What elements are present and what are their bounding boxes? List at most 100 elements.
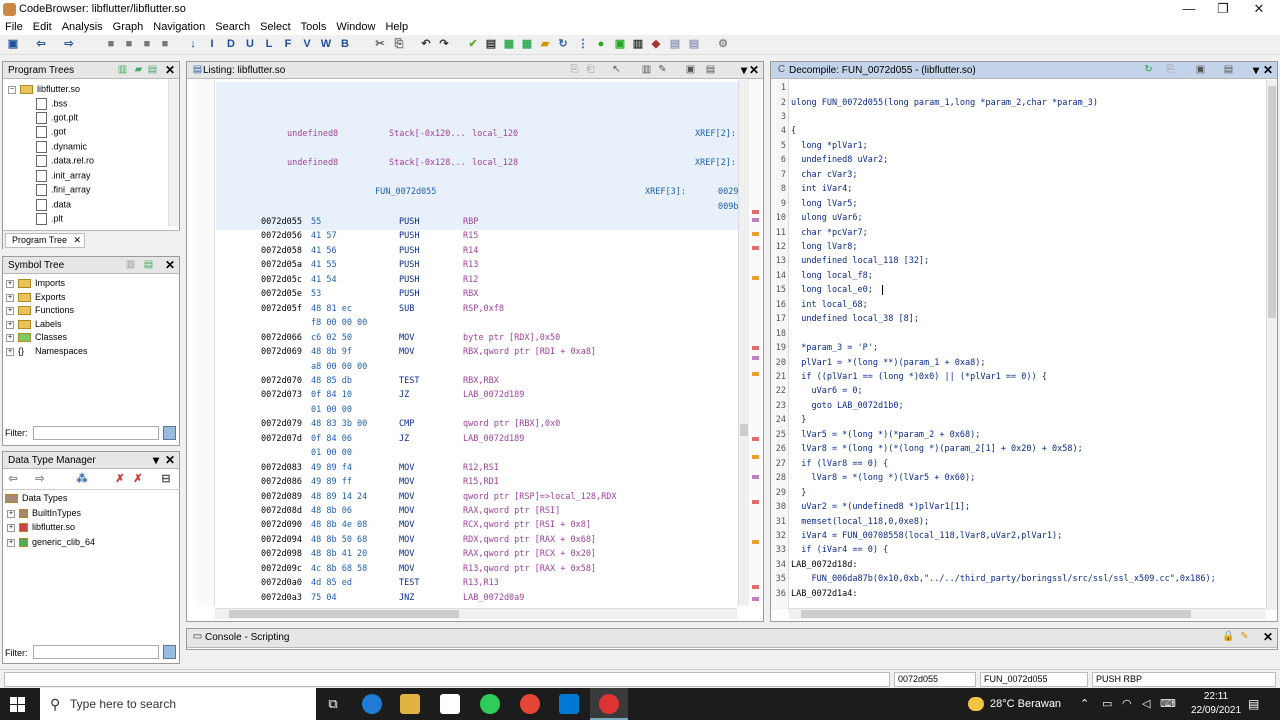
code-line[interactable]: ulong uVar6; xyxy=(791,213,862,223)
code-line[interactable]: iVar4 = FUN_00708558(local_118,lVar8,uVa… xyxy=(791,531,1062,541)
overview-marker[interactable] xyxy=(752,437,759,441)
xref-label[interactable]: XREF[2]: xyxy=(695,158,736,168)
code-line[interactable]: if ((plVar1 == (long *)0x0) || (*plVar1 … xyxy=(791,372,1047,382)
snapshot-icon[interactable]: ▣ xyxy=(684,64,697,76)
instruction-address[interactable]: 0072d094 xyxy=(261,535,302,545)
i-icon[interactable]: I xyxy=(205,37,219,52)
horizontal-scrollbar[interactable] xyxy=(789,608,1265,619)
code-line[interactable]: int iVar4; xyxy=(791,184,852,194)
folder-icon[interactable]: ▰ xyxy=(538,37,552,52)
datatype-filter-input[interactable] xyxy=(33,645,159,659)
overview-marker[interactable] xyxy=(752,246,759,250)
format-icon[interactable]: ▥ xyxy=(640,64,653,76)
tree-item[interactable]: + Exports xyxy=(6,292,66,303)
instruction-address[interactable]: 0072d090 xyxy=(261,520,302,530)
overview-marker[interactable] xyxy=(752,585,759,589)
instruction-address[interactable]: 0072d05a xyxy=(261,260,302,270)
instruction-address[interactable]: 0072d083 xyxy=(261,463,302,473)
expand-icon[interactable]: + xyxy=(6,279,14,288)
code-line[interactable]: *param_3 = 'P'; xyxy=(791,343,878,353)
scroll-thumb[interactable] xyxy=(801,610,1191,618)
xref-label[interactable]: XREF[3]: xyxy=(645,187,686,197)
tree-icon[interactable]: ▥ xyxy=(124,259,137,271)
instruction-operands[interactable]: R14 xyxy=(463,246,478,256)
redo-icon[interactable]: ↷ xyxy=(437,37,451,52)
function-label[interactable]: FUN_0072d055 xyxy=(375,187,436,197)
overview-marker[interactable] xyxy=(752,455,759,459)
instruction-mnemonic[interactable]: JZ xyxy=(399,390,409,400)
instruction-operands[interactable]: LAB_0072d189 xyxy=(463,434,524,444)
menu-help[interactable]: Help xyxy=(380,19,413,35)
instruction-mnemonic[interactable]: MOV xyxy=(399,506,414,516)
tree-item[interactable]: .plt xyxy=(36,213,63,225)
overview-marker[interactable] xyxy=(752,597,759,601)
tree-item[interactable]: .init_array xyxy=(36,170,91,182)
code-line[interactable]: undefined8 uVar2; xyxy=(791,155,888,165)
instruction-mnemonic[interactable]: PUSH xyxy=(399,289,419,299)
code-line[interactable]: if (lVar8 == 0) { xyxy=(791,459,888,469)
code-line[interactable]: memset(local_118,0,0xe8); xyxy=(791,517,929,527)
b-icon[interactable]: B xyxy=(338,37,352,52)
code-line[interactable]: undefined local_38 [8]; xyxy=(791,314,919,324)
instruction-mnemonic[interactable]: PUSH xyxy=(399,275,419,285)
overview-marker[interactable] xyxy=(752,475,759,479)
tray-chevron-icon[interactable]: ⌃ xyxy=(1080,697,1089,710)
code-line[interactable]: goto LAB_0072d1b0; xyxy=(791,401,903,411)
paste-icon[interactable]: ⎗ xyxy=(584,64,597,76)
instruction-operands[interactable]: LAB_0072d189 xyxy=(463,390,524,400)
menu-dropdown-icon[interactable]: ▾ xyxy=(741,63,747,77)
registers-icon[interactable]: ▥ xyxy=(631,37,645,52)
instruction-address[interactable]: 0072d079 xyxy=(261,419,302,429)
instruction-mnemonic[interactable]: PUSH xyxy=(399,217,419,227)
instruction-address[interactable]: 0072d058 xyxy=(261,246,302,256)
store-icon[interactable] xyxy=(440,694,460,714)
instruction-mnemonic[interactable]: TEST xyxy=(399,376,419,386)
menu-file[interactable]: File xyxy=(0,19,28,35)
instruction-address[interactable]: 0072d073 xyxy=(261,390,302,400)
instruction-address[interactable]: 0072d098 xyxy=(261,549,302,559)
tab-close-icon[interactable]: ✕ xyxy=(74,235,82,245)
instruction-operands[interactable]: R13 xyxy=(463,260,478,270)
menu-search[interactable]: Search xyxy=(210,19,255,35)
code-line[interactable]: long *plVar1; xyxy=(791,141,868,151)
instruction-mnemonic[interactable]: MOV xyxy=(399,463,414,473)
code-line[interactable]: { xyxy=(791,126,796,136)
close-icon[interactable]: ✕ xyxy=(749,63,759,77)
taskbar-search-box[interactable]: ⚲ Type here to search xyxy=(40,688,316,720)
instruction-operands[interactable]: RAX,qword ptr [RCX + 0x20] xyxy=(463,549,596,559)
instruction-address[interactable]: 0072d05e xyxy=(261,289,302,299)
filter-options-icon[interactable] xyxy=(163,645,176,659)
cursor-icon[interactable]: ↖ xyxy=(610,64,623,76)
lock-icon[interactable]: 🔒 xyxy=(1222,631,1235,643)
tree-item[interactable]: .got xyxy=(36,126,66,138)
expand-icon[interactable]: + xyxy=(6,306,14,315)
graph-icon[interactable]: ▦ xyxy=(502,37,516,52)
copy-icon[interactable]: ⎘ xyxy=(1164,64,1177,76)
nav-block-icon[interactable]: ■ xyxy=(140,37,154,52)
weather-text[interactable]: 28°C Berawan xyxy=(990,698,1061,710)
layout-icon[interactable]: ▤ xyxy=(704,64,717,76)
menu-navigation[interactable]: Navigation xyxy=(148,19,210,35)
folder-icon[interactable]: ▰ xyxy=(132,64,145,76)
forward-arrow-icon[interactable]: ⇨ xyxy=(33,472,47,487)
instruction-mnemonic[interactable]: MOV xyxy=(399,347,414,357)
menu-tools[interactable]: Tools xyxy=(296,19,332,35)
tree-root[interactable]: − libflutter.so xyxy=(8,84,80,95)
scroll-thumb[interactable] xyxy=(740,424,748,436)
instruction-address[interactable]: 0072d070 xyxy=(261,376,302,386)
tree-item[interactable]: .fini_array xyxy=(36,184,91,196)
code-icon[interactable]: ⋮ xyxy=(576,37,590,52)
l-icon[interactable]: L xyxy=(262,37,276,52)
code-line[interactable]: uVar6 = 0; xyxy=(791,386,862,396)
table-icon[interactable]: ▤ xyxy=(687,37,701,52)
instruction-operands[interactable]: R13,R13 xyxy=(463,578,499,588)
tree-item[interactable]: + BuiltInTypes xyxy=(7,508,81,519)
refresh-icon[interactable]: ▤ xyxy=(146,64,159,76)
code-line[interactable]: if (iVar4 == 0) { xyxy=(791,545,888,555)
instruction-mnemonic[interactable]: PUSH xyxy=(399,246,419,256)
code-line[interactable]: } xyxy=(791,488,806,498)
menu-graph[interactable]: Graph xyxy=(108,19,149,35)
menu-dropdown-icon[interactable]: ▾ xyxy=(1253,63,1259,77)
wifi-icon[interactable]: ◠ xyxy=(1122,697,1132,710)
instruction-address[interactable]: 0072d089 xyxy=(261,492,302,502)
